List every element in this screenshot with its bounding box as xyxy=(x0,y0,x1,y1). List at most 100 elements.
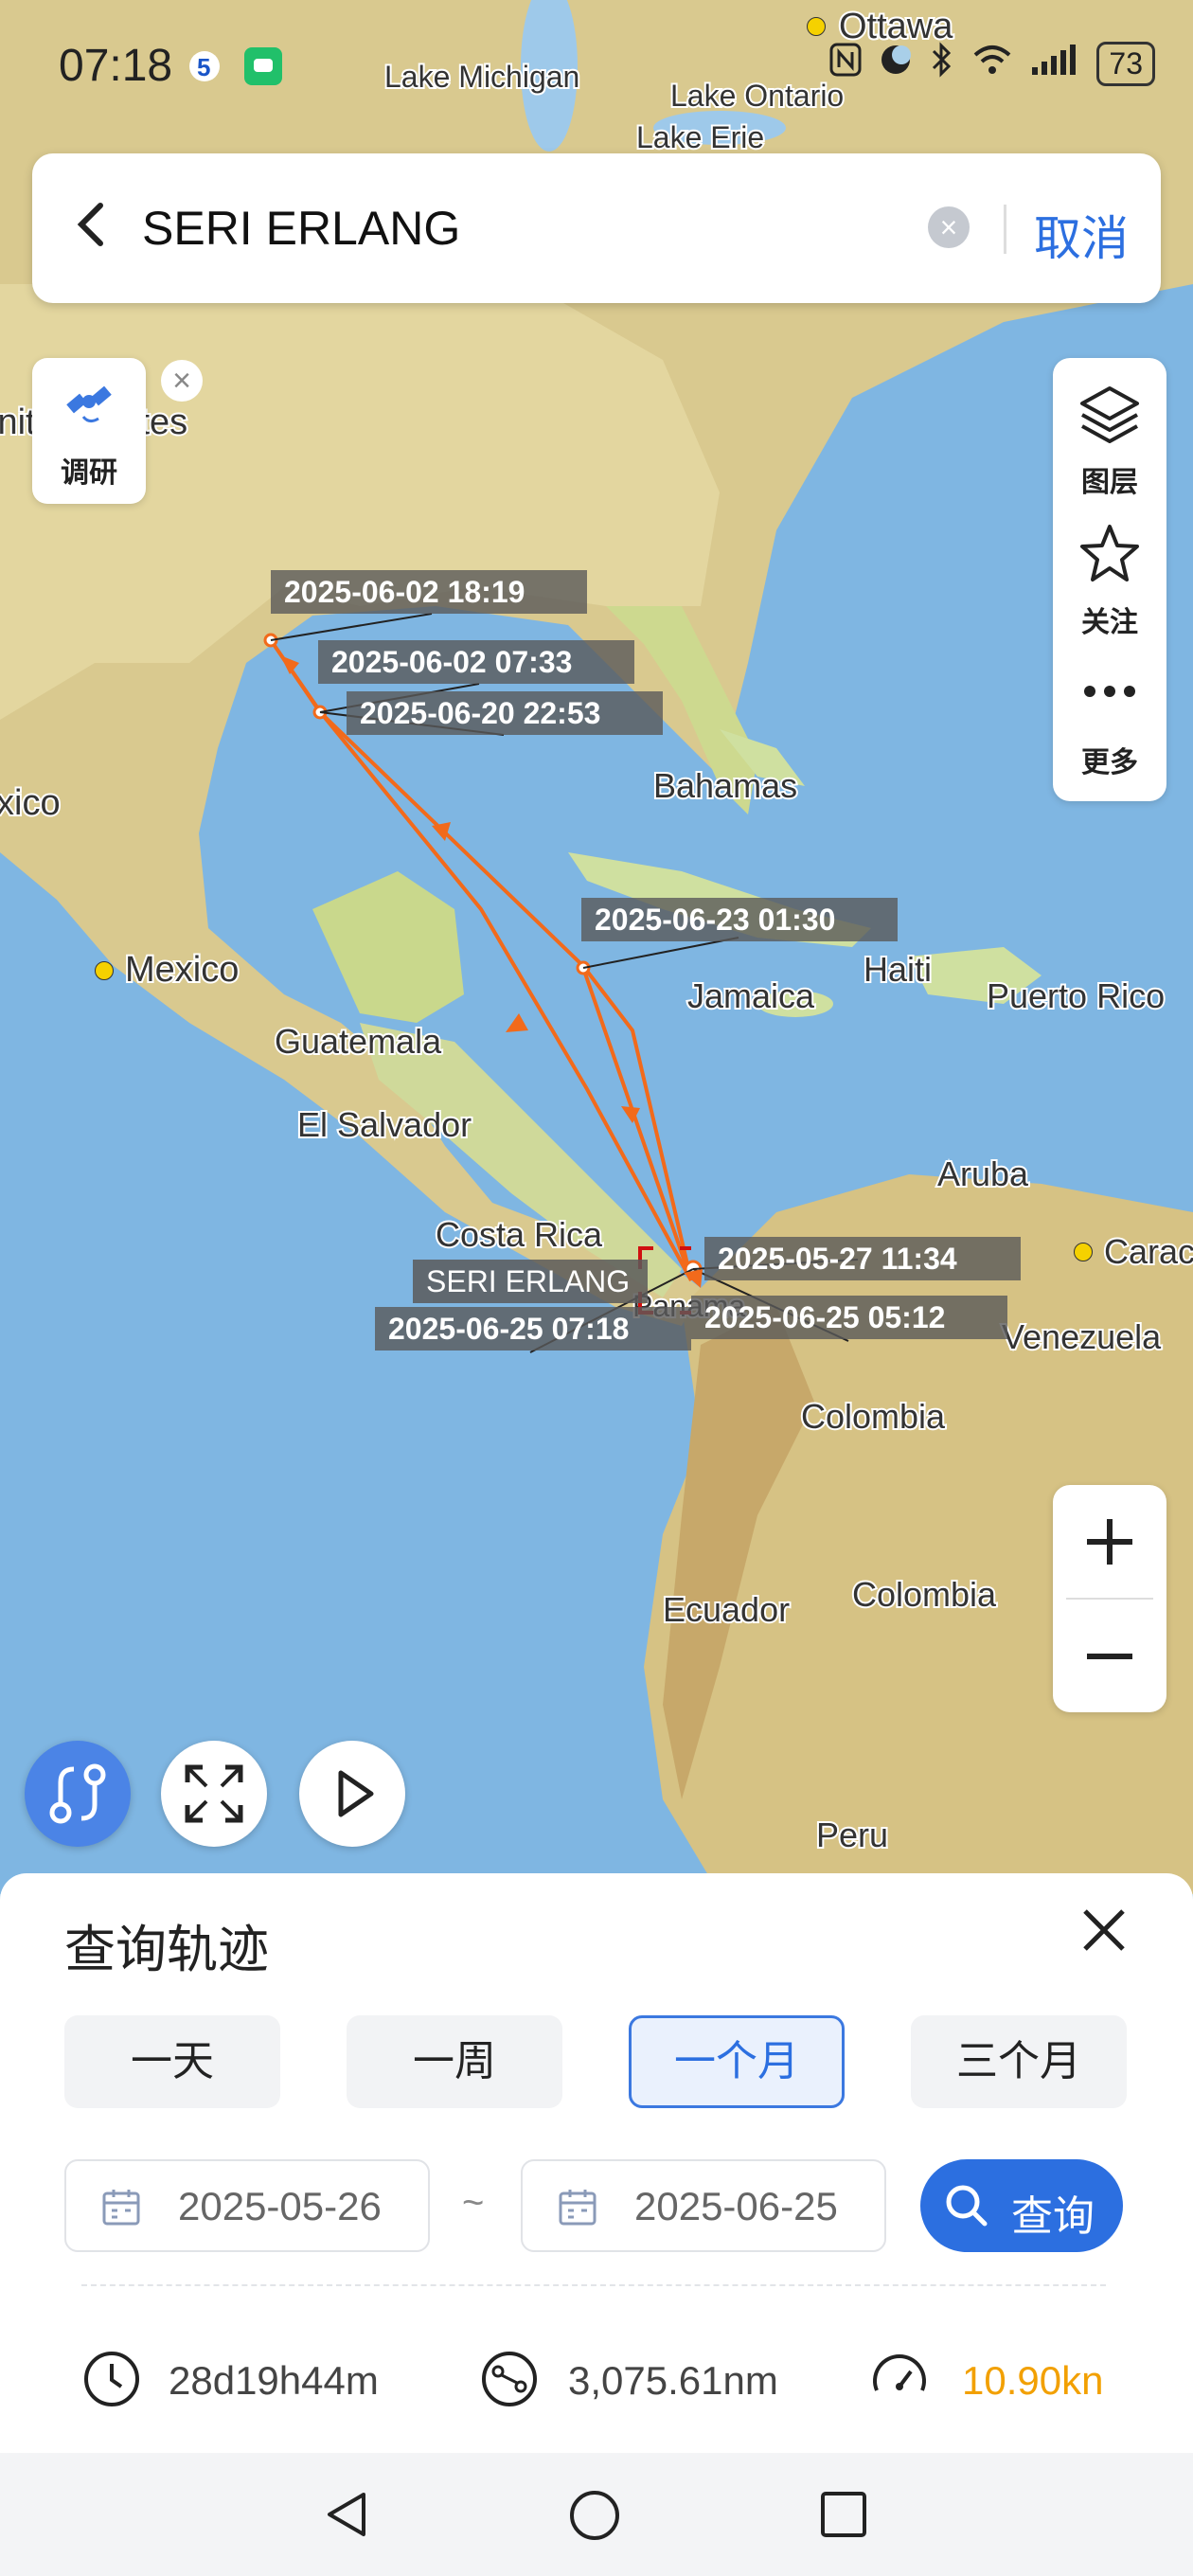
place-label: xico xyxy=(0,783,61,823)
place-label: Haiti xyxy=(864,950,932,989)
more-label: 更多 xyxy=(1081,747,1138,778)
track-time-label: 2025-06-02 18:19 xyxy=(284,575,525,609)
close-icon: × xyxy=(172,363,191,399)
star-icon xyxy=(1080,525,1139,581)
place-label: Jamaica xyxy=(687,976,815,1015)
back-button[interactable] xyxy=(72,196,110,262)
nav-back-button[interactable] xyxy=(322,2489,373,2545)
track-time-label: 2025-06-23 01:30 xyxy=(595,903,835,937)
svg-text:5: 5 xyxy=(197,53,210,81)
chevron-left-icon xyxy=(77,203,103,246)
query-button[interactable]: 查询 xyxy=(920,2159,1123,2252)
circle-home-icon xyxy=(570,2491,619,2540)
calendar-icon xyxy=(102,2190,140,2226)
duration-value: 28d19h44m xyxy=(169,2358,379,2403)
chat-notification-icon xyxy=(244,47,282,85)
map-toolbar: 图层 关注 更多 xyxy=(1053,358,1166,801)
nav-recents-button[interactable] xyxy=(818,2489,869,2545)
do-not-disturb-icon xyxy=(879,43,913,85)
place-label: El Salvador xyxy=(297,1105,472,1144)
speed-value: 10.90kn xyxy=(962,2358,1104,2403)
end-date-value: 2025-06-25 xyxy=(634,2184,838,2228)
search-bar[interactable]: SERI ERLANG × 取消 xyxy=(32,153,1161,303)
search-query-text[interactable]: SERI ERLANG xyxy=(142,201,460,256)
duration-stat: 28d19h44m xyxy=(81,2349,379,2415)
research-button[interactable]: 调研 xyxy=(32,358,146,504)
track-time-label: 2025-06-25 07:18 xyxy=(388,1312,629,1346)
close-research-button[interactable]: × xyxy=(161,360,203,402)
search-icon xyxy=(946,2185,988,2227)
divider xyxy=(81,2284,1106,2286)
date-separator: ~ xyxy=(462,2182,485,2224)
track-time-label: 2025-06-02 07:33 xyxy=(331,645,572,679)
layers-button[interactable]: 图层 xyxy=(1053,367,1166,508)
status-icons: 73 xyxy=(829,42,1155,86)
period-one-day[interactable]: 一天 xyxy=(64,2015,280,2108)
period-one-week[interactable]: 一周 xyxy=(347,2015,562,2108)
expand-icon xyxy=(185,1764,243,1823)
track-time-label: 2025-06-20 22:53 xyxy=(360,696,600,730)
cancel-button[interactable]: 取消 xyxy=(1034,201,1129,269)
speed-stat: 10.90kn xyxy=(869,2349,1103,2415)
vessel-name-label: SERI ERLANG xyxy=(426,1264,630,1298)
track-time-label: 2025-05-27 11:34 xyxy=(718,1242,957,1276)
plus-icon xyxy=(1087,1519,1132,1565)
place-label: Ecuador xyxy=(663,1590,790,1629)
calendar-icon xyxy=(559,2190,596,2226)
period-one-month[interactable]: 一个月 xyxy=(629,2015,845,2108)
place-label: Bahamas xyxy=(653,766,797,805)
nfc-icon xyxy=(829,43,862,85)
place-label: Caracas xyxy=(1104,1232,1193,1271)
play-track-button[interactable] xyxy=(299,1741,405,1847)
signal-icon xyxy=(1030,43,1079,85)
play-icon xyxy=(338,1770,374,1817)
research-label: 调研 xyxy=(61,457,117,489)
more-button[interactable]: 更多 xyxy=(1053,648,1166,788)
zoom-in-button[interactable] xyxy=(1053,1485,1166,1597)
clock-icon xyxy=(84,2352,139,2406)
status-bar: 07:18 5 73 xyxy=(0,0,1193,133)
layers-icon xyxy=(1080,386,1139,443)
follow-button[interactable]: 关注 xyxy=(1053,508,1166,648)
zoom-control xyxy=(1053,1485,1166,1712)
layers-label: 图层 xyxy=(1081,467,1138,498)
more-icon xyxy=(1084,686,1135,697)
close-panel-button[interactable] xyxy=(1076,1902,1132,1968)
distance-icon xyxy=(482,2352,537,2406)
status-time: 07:18 xyxy=(59,41,173,91)
period-three-months[interactable]: 三个月 xyxy=(911,2015,1127,2108)
query-label: 查询 xyxy=(1011,2193,1095,2240)
place-label: Venezuela xyxy=(1002,1317,1162,1356)
app-notification-icon: 5 xyxy=(186,47,223,85)
minus-icon xyxy=(1087,1654,1132,1659)
start-date-value: 2025-05-26 xyxy=(178,2184,382,2228)
nav-home-button[interactable] xyxy=(568,2489,621,2547)
follow-label: 关注 xyxy=(1081,607,1138,638)
end-date-field[interactable]: 2025-06-25 xyxy=(521,2159,886,2252)
place-label: Colombia xyxy=(801,1397,946,1436)
place-label: Aruba xyxy=(937,1154,1029,1193)
place-label: Peru xyxy=(816,1816,888,1854)
speedometer-icon xyxy=(873,2354,926,2391)
satellite-icon xyxy=(66,385,112,423)
fullscreen-button[interactable] xyxy=(161,1741,267,1847)
clear-search-button[interactable]: × xyxy=(928,206,970,248)
track-query-panel: 查询轨迹 一天 一周 一个月 三个月 2025-05-26 ~ 2025-06-… xyxy=(0,1873,1193,2453)
wifi-icon xyxy=(971,44,1013,84)
panel-title: 查询轨迹 xyxy=(64,1922,269,1978)
place-label: Mexico xyxy=(125,950,239,990)
close-icon xyxy=(1083,1909,1125,1951)
place-label: Costa Rica xyxy=(436,1215,603,1254)
battery-indicator: 73 xyxy=(1096,42,1155,86)
place-label: Colombia xyxy=(852,1575,997,1614)
place-label: Puerto Rico xyxy=(987,976,1165,1015)
distance-stat: 3,075.61nm xyxy=(479,2349,778,2415)
start-date-field[interactable]: 2025-05-26 xyxy=(64,2159,430,2252)
system-nav-bar xyxy=(0,2453,1193,2576)
close-icon: × xyxy=(939,210,958,244)
track-mode-button[interactable] xyxy=(25,1741,131,1847)
zoom-out-button[interactable] xyxy=(1053,1600,1166,1711)
place-label: Guatemala xyxy=(275,1022,442,1061)
divider xyxy=(1004,205,1006,254)
route-icon xyxy=(49,1763,106,1824)
